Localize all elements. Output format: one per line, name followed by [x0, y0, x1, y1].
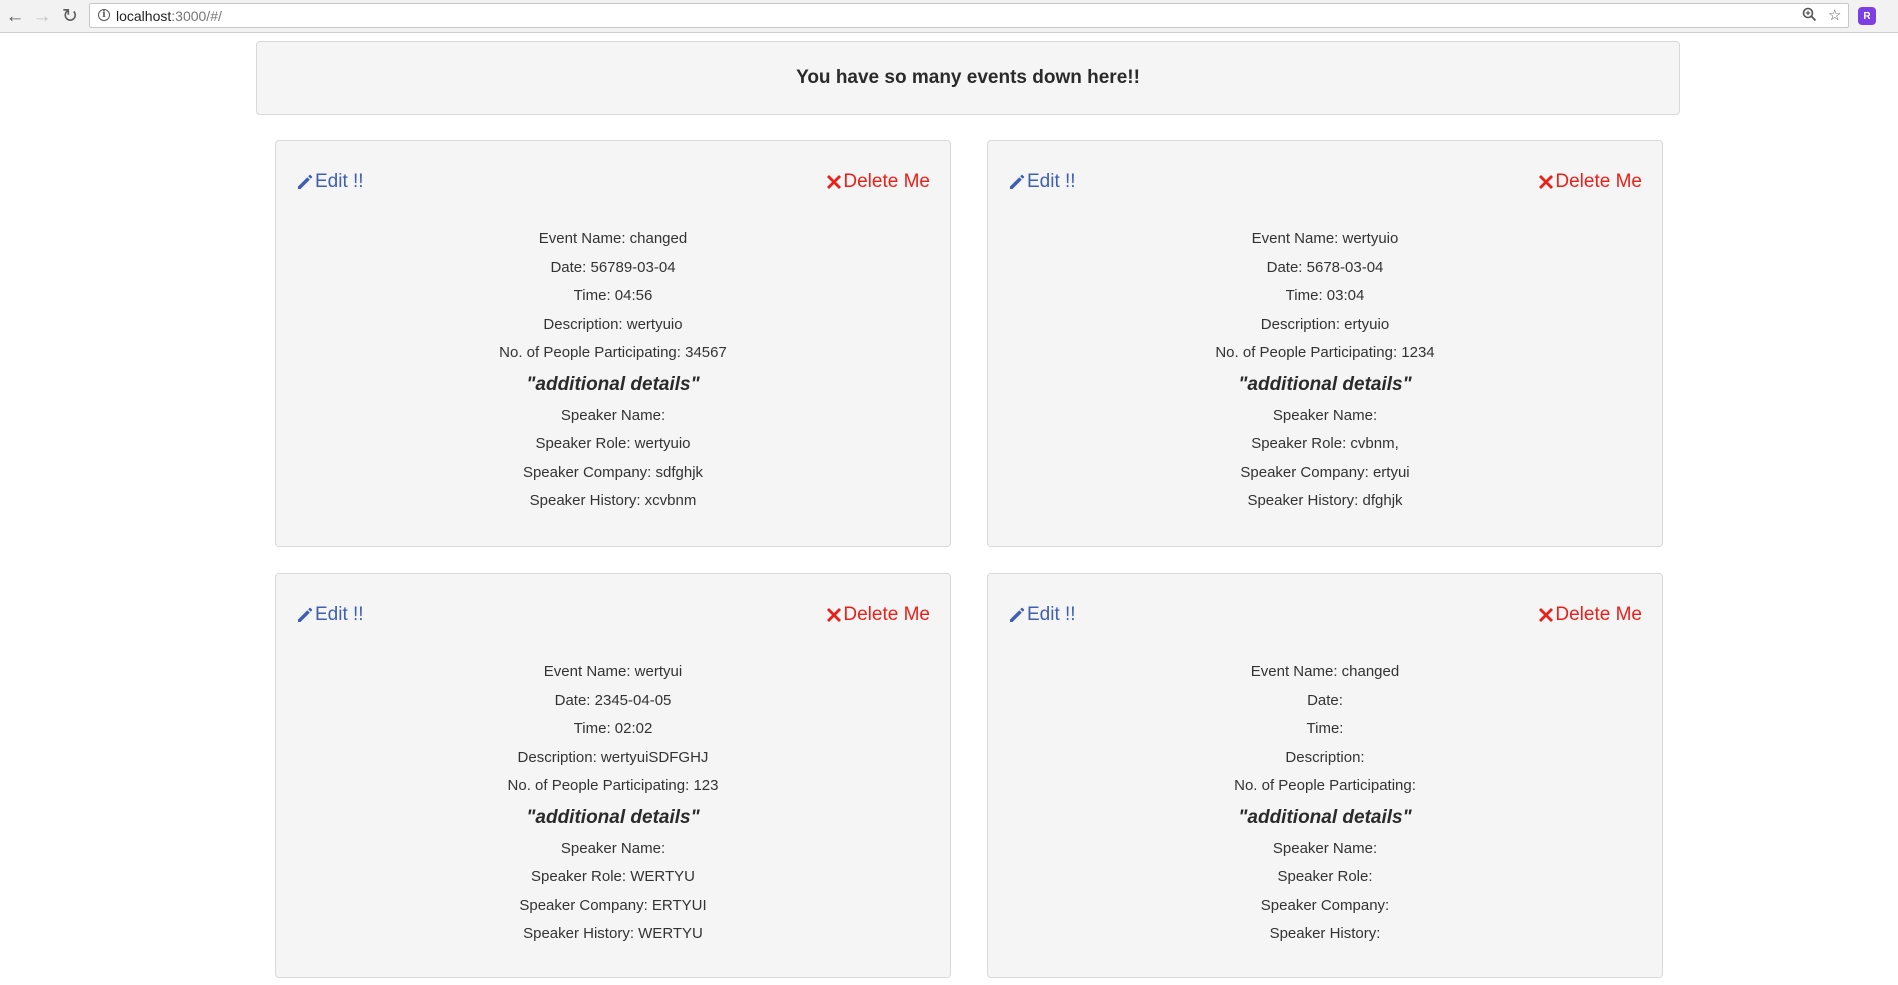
card-actions: Edit !! Delete Me: [1008, 604, 1642, 634]
speaker-history: Speaker History: dfghjk: [1247, 492, 1403, 509]
event-name: Event Name: changed: [1250, 663, 1400, 680]
event-details: Event Name: wertyuio Date: 5678-03-04 Ti…: [988, 225, 1662, 516]
event-card: Edit !! Delete Me Event Name: changed Da…: [275, 140, 951, 547]
event-name: Event Name: wertyuio: [1251, 230, 1399, 247]
edit-button[interactable]: Edit !!: [1008, 171, 1076, 193]
event-participants: No. of People Participating: 34567: [499, 344, 727, 361]
speaker-history: Speaker History: xcvbnm: [529, 492, 697, 509]
delete-button[interactable]: Delete Me: [1538, 171, 1642, 193]
reload-icon[interactable]: ↻: [59, 5, 81, 27]
additional-details-heading: "additional details": [526, 373, 700, 395]
speaker-company: Speaker Company: sdfghjk: [522, 463, 704, 481]
close-icon: [827, 175, 842, 189]
delete-button[interactable]: Delete Me: [826, 171, 930, 193]
speaker-role: Speaker Role: WERTYU: [531, 868, 695, 885]
additional-details-heading: "additional details": [1238, 373, 1412, 395]
page-content: You have so many events down here!! Edit…: [0, 33, 1898, 985]
additional-details-heading: "additional details": [1238, 806, 1412, 828]
back-arrow-icon[interactable]: ←: [4, 5, 26, 27]
edit-button[interactable]: Edit !!: [296, 604, 364, 626]
speaker-name: Speaker Name:: [560, 839, 666, 857]
speaker-company: Speaker Company:: [1260, 896, 1390, 914]
event-time: Time: 02:02: [573, 720, 653, 737]
event-date: Date:: [1307, 691, 1343, 709]
delete-label: Delete Me: [843, 171, 930, 192]
page-title: You have so many events down here!!: [796, 67, 1140, 88]
event-name: Event Name: wertyui: [543, 663, 683, 680]
events-banner: You have so many events down here!!: [256, 41, 1680, 115]
bookmark-star-icon[interactable]: ☆: [1828, 7, 1841, 25]
close-icon: [1539, 175, 1554, 189]
event-date: Date: 5678-03-04: [1266, 258, 1384, 276]
card-actions: Edit !! Delete Me: [296, 171, 930, 201]
event-card: Edit !! Delete Me Event Name: changed Da…: [987, 573, 1663, 978]
speaker-name: Speaker Name:: [560, 406, 666, 424]
close-icon: [1539, 608, 1554, 622]
browser-toolbar: ← → ↻ i localhost:3000/#/ ☆ R: [0, 0, 1898, 33]
speaker-history: Speaker History:: [1269, 925, 1381, 942]
event-time: Time:: [1306, 720, 1344, 737]
speaker-role: Speaker Role: cvbnm,: [1251, 435, 1399, 452]
delete-label: Delete Me: [1555, 171, 1642, 192]
card-actions: Edit !! Delete Me: [1008, 171, 1642, 201]
pencil-icon: [298, 174, 313, 189]
url-host: localhost: [116, 8, 172, 24]
edit-button[interactable]: Edit !!: [1008, 604, 1076, 626]
speaker-history: Speaker History: WERTYU: [523, 925, 703, 942]
event-description: Description: ertyuio: [1260, 315, 1390, 333]
event-name: Event Name: changed: [538, 230, 688, 247]
event-description: Description:: [1285, 748, 1365, 766]
speaker-company: Speaker Company: ERTYUI: [519, 896, 707, 914]
pencil-icon: [1010, 607, 1025, 622]
event-participants: No. of People Participating: 1234: [1215, 344, 1435, 361]
extension-icon[interactable]: R: [1858, 7, 1876, 25]
edit-button[interactable]: Edit !!: [296, 171, 364, 193]
speaker-role: Speaker Role:: [1277, 868, 1373, 885]
address-bar[interactable]: i localhost:3000/#/ ☆: [89, 3, 1849, 28]
speaker-role: Speaker Role: wertyuio: [535, 435, 691, 452]
event-participants: No. of People Participating: 123: [507, 777, 719, 794]
edit-label: Edit !!: [1027, 171, 1076, 192]
edit-label: Edit !!: [315, 171, 364, 192]
delete-button[interactable]: Delete Me: [826, 604, 930, 626]
info-icon[interactable]: i: [98, 9, 110, 21]
delete-label: Delete Me: [843, 604, 930, 625]
url-path: :3000/#/: [171, 8, 222, 24]
delete-button[interactable]: Delete Me: [1538, 604, 1642, 626]
speaker-company: Speaker Company: ertyui: [1240, 463, 1410, 481]
event-card: Edit !! Delete Me Event Name: wertyui Da…: [275, 573, 951, 978]
close-icon: [827, 608, 842, 622]
event-description: Description: wertyuio: [543, 315, 683, 333]
event-time: Time: 04:56: [573, 287, 653, 304]
event-details: Event Name: wertyui Date: 2345-04-05 Tim…: [276, 658, 950, 949]
event-date: Date: 56789-03-04: [550, 258, 676, 276]
speaker-name: Speaker Name:: [1272, 839, 1378, 857]
event-details: Event Name: changed Date: 56789-03-04 Ti…: [276, 225, 950, 516]
edit-label: Edit !!: [1027, 604, 1076, 625]
pencil-icon: [1010, 174, 1025, 189]
delete-label: Delete Me: [1555, 604, 1642, 625]
zoom-icon[interactable]: [1802, 7, 1817, 27]
event-details: Event Name: changed Date: Time: Descript…: [988, 658, 1662, 949]
event-date: Date: 2345-04-05: [554, 691, 672, 709]
event-description: Description: wertyuiSDFGHJ: [517, 748, 709, 766]
event-participants: No. of People Participating:: [1234, 777, 1416, 794]
additional-details-heading: "additional details": [526, 806, 700, 828]
event-card: Edit !! Delete Me Event Name: wertyuio D…: [987, 140, 1663, 547]
url-text[interactable]: localhost:3000/#/: [116, 8, 222, 24]
card-actions: Edit !! Delete Me: [296, 604, 930, 634]
edit-label: Edit !!: [315, 604, 364, 625]
pencil-icon: [298, 607, 313, 622]
event-time: Time: 03:04: [1285, 287, 1365, 304]
forward-arrow-icon[interactable]: →: [31, 5, 53, 27]
speaker-name: Speaker Name:: [1272, 406, 1378, 424]
